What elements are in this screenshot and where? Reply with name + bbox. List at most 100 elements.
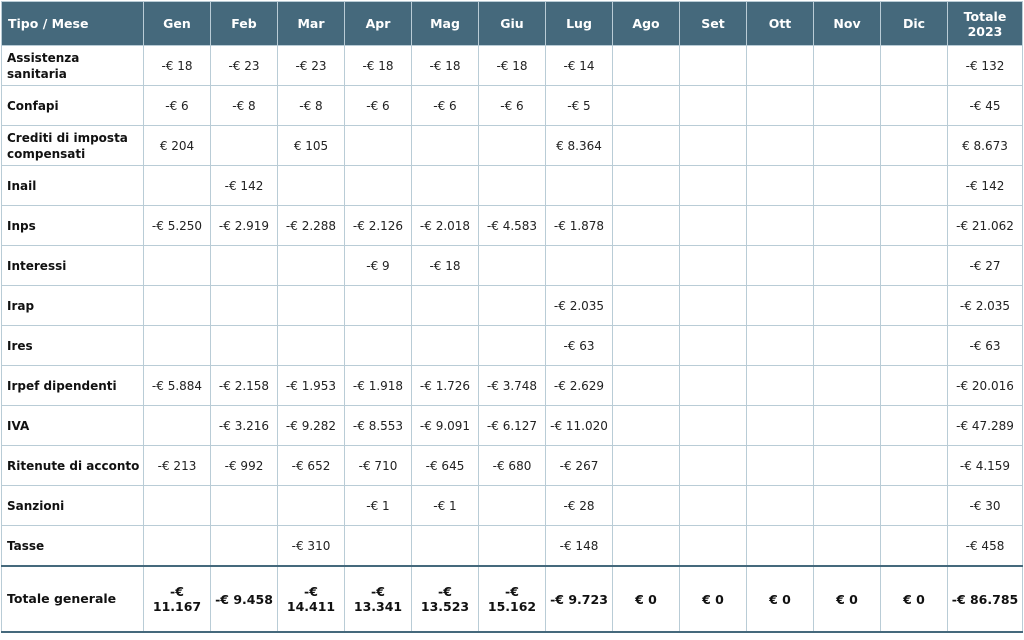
row-total-cell: -€ 30 [947, 485, 1023, 526]
table-cell: -€ 8.553 [344, 405, 412, 446]
table-row: Ires -€ 63 -€ 63 [1, 325, 1023, 366]
table-cell [746, 485, 814, 526]
column-header-month[interactable]: Ago [612, 1, 680, 46]
row-label: Confapi [1, 85, 144, 126]
column-header-month[interactable]: Feb [210, 1, 278, 46]
table-cell: -€ 2.126 [344, 205, 412, 246]
table-cell: -€ 1 [411, 485, 479, 526]
table-cell [880, 485, 948, 526]
table-cell: -€ 11.020 [545, 405, 613, 446]
table-cell [679, 365, 747, 406]
table-cell [813, 325, 881, 366]
table-cell [545, 245, 613, 286]
row-total-cell: -€ 142 [947, 165, 1023, 206]
header-row: Tipo / Mese Gen Feb Mar Apr Mag Giu Lug Ago Set O… [1, 1, 1023, 46]
table-cell [612, 125, 680, 166]
table-cell [612, 525, 680, 567]
column-header-month[interactable]: Gen [143, 1, 211, 46]
table-cell: -€ 6 [143, 85, 211, 126]
row-label: Interessi [1, 245, 144, 286]
column-header-month[interactable]: Mar [277, 1, 345, 46]
table-cell: -€ 11.167 [143, 565, 211, 633]
table-cell [143, 485, 211, 526]
table-cell [612, 325, 680, 366]
table-row: Irap -€ 2.035 -€ 2.035 [1, 285, 1023, 326]
table-cell [344, 125, 412, 166]
table-row: IVA -€ 3.216 -€ 9.282 -€ 8.553 -€ 9.091 -€ 6.… [1, 405, 1023, 446]
column-header-month[interactable]: Apr [344, 1, 412, 46]
table-cell: -€ 645 [411, 445, 479, 486]
table-cell: -€ 6.127 [478, 405, 546, 446]
table-cell [612, 85, 680, 126]
row-total-cell: -€ 27 [947, 245, 1023, 286]
table-cell: -€ 9.458 [210, 565, 278, 633]
column-header-month[interactable]: Ott [746, 1, 814, 46]
table-cell: -€ 13.523 [411, 565, 479, 633]
table-cell [210, 125, 278, 166]
column-header-month[interactable]: Set [679, 1, 747, 46]
row-label: Assistenza sanitaria [1, 45, 144, 86]
tax-summary-table: Tipo / Mese Gen Feb Mar Apr Mag Giu Lug Ago Set O… [1, 1, 1023, 633]
table-cell [679, 485, 747, 526]
table-cell: € 204 [143, 125, 211, 166]
table-cell: -€ 9 [344, 245, 412, 286]
column-header-month[interactable]: Dic [880, 1, 948, 46]
column-header-month[interactable]: Lug [545, 1, 613, 46]
table-cell [612, 285, 680, 326]
table-cell: -€ 9.282 [277, 405, 345, 446]
table-cell [478, 525, 546, 567]
column-header-month[interactable]: Mag [411, 1, 479, 46]
table-cell [545, 165, 613, 206]
table-row: Assistenza sanitaria -€ 18 -€ 23 -€ 23 -€ 18… [1, 45, 1023, 86]
row-label: Inail [1, 165, 144, 206]
table-row: Tasse -€ 310 -€ 148 -€ 458 [1, 525, 1023, 567]
table-cell [746, 85, 814, 126]
table-cell [679, 125, 747, 166]
table-row: Inail -€ 142 -€ 142 [1, 165, 1023, 206]
table-cell [813, 485, 881, 526]
table-cell [746, 325, 814, 366]
table-cell: -€ 3.216 [210, 405, 278, 446]
table-cell: -€ 4.583 [478, 205, 546, 246]
table-cell [746, 205, 814, 246]
column-header-type-month[interactable]: Tipo / Mese [1, 1, 144, 46]
table-cell: -€ 2.018 [411, 205, 479, 246]
table-cell [411, 125, 479, 166]
table-cell [277, 485, 345, 526]
table-cell [813, 405, 881, 446]
table-cell: -€ 18 [344, 45, 412, 86]
table-cell [813, 165, 881, 206]
table-cell: € 105 [277, 125, 345, 166]
table-cell [143, 405, 211, 446]
table-cell [880, 285, 948, 326]
table-cell: -€ 14.411 [277, 565, 345, 633]
table-cell [813, 45, 881, 86]
table-cell [344, 525, 412, 567]
column-header-month[interactable]: Nov [813, 1, 881, 46]
table-cell: -€ 6 [344, 85, 412, 126]
table-cell [277, 165, 345, 206]
table-cell: -€ 652 [277, 445, 345, 486]
row-label: Inps [1, 205, 144, 246]
table-cell [411, 165, 479, 206]
table-cell [143, 285, 211, 326]
table-row: Interessi -€ 9 -€ 18 -€ 27 [1, 245, 1023, 286]
row-total-cell: -€ 47.289 [947, 405, 1023, 446]
table-cell: -€ 18 [411, 245, 479, 286]
table-cell [746, 365, 814, 406]
table-cell [813, 205, 881, 246]
column-header-total[interactable]: Totale 2023 [947, 1, 1023, 46]
table-cell [746, 125, 814, 166]
table-cell: € 0 [612, 565, 680, 633]
row-label: Irpef dipendenti [1, 365, 144, 406]
table-cell [277, 325, 345, 366]
row-total-cell: -€ 63 [947, 325, 1023, 366]
row-label: Tasse [1, 525, 144, 567]
table-cell: -€ 63 [545, 325, 613, 366]
table-cell [143, 165, 211, 206]
table-cell: -€ 28 [545, 485, 613, 526]
table-cell: -€ 23 [277, 45, 345, 86]
column-header-month[interactable]: Giu [478, 1, 546, 46]
table-cell [880, 405, 948, 446]
table-cell [344, 325, 412, 366]
